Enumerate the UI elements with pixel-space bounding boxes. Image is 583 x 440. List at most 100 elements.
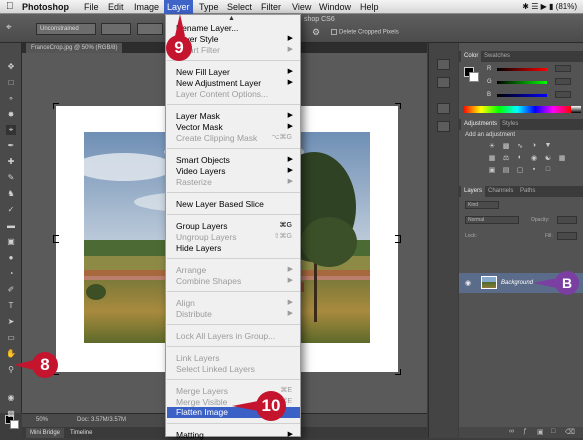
levels-icon[interactable]: ▩ — [501, 142, 511, 150]
tab-adjustments[interactable]: Adjustments — [461, 119, 501, 130]
channel-g-slider[interactable] — [497, 81, 547, 84]
posterize-icon[interactable]: ▤ — [501, 166, 511, 174]
color-spectrum-bw[interactable] — [571, 106, 581, 113]
background-color-swatch[interactable] — [10, 420, 19, 429]
channel-g-value[interactable] — [555, 78, 571, 85]
eraser-tool-icon[interactable]: ▬ — [6, 221, 16, 231]
invert-icon[interactable]: ▣ — [487, 166, 497, 174]
layer-name[interactable]: Background — [501, 280, 533, 286]
channel-mixer-icon[interactable]: ☯ — [543, 154, 553, 162]
menu-item-rename-layer[interactable]: Rename Layer... — [176, 23, 296, 33]
tab-styles[interactable]: Styles — [499, 119, 521, 130]
crop-tool-icon[interactable]: ⌖ — [6, 125, 16, 135]
gear-icon[interactable]: ⚙ — [312, 27, 320, 38]
tab-swatches[interactable]: Swatches — [481, 51, 513, 62]
delete-cropped-checkbox[interactable]: Delete Cropped Pixels — [331, 29, 399, 36]
tab-mini-bridge[interactable]: Mini Bridge — [26, 428, 65, 438]
menu-app-name[interactable]: Photoshop — [22, 1, 69, 13]
menu-item-layer-mask[interactable]: Layer Mask ▶ — [176, 111, 296, 121]
exposure-icon[interactable]: ◑ — [529, 142, 539, 149]
bluetooth-icon[interactable]: ✱ — [522, 2, 529, 11]
healing-tool-icon[interactable]: ✚ — [6, 157, 16, 167]
crop-handle-top-left[interactable] — [53, 103, 59, 109]
scroll-up-arrow-icon[interactable]: ▲ — [228, 15, 235, 22]
menu-item-layer-style[interactable]: Layer Style ▶ — [176, 34, 296, 44]
character-panel-icon[interactable] — [437, 103, 450, 114]
menu-filter[interactable]: Filter — [261, 1, 281, 13]
quick-select-tool-icon[interactable]: ✸ — [6, 110, 16, 120]
shape-tool-icon[interactable]: ▭ — [6, 333, 16, 343]
black-white-icon[interactable]: ◐ — [515, 154, 525, 161]
history-panel-icon[interactable] — [437, 59, 450, 70]
battery-icon[interactable]: ▮ — [549, 2, 553, 11]
menu-view[interactable]: View — [292, 1, 311, 13]
menu-help[interactable]: Help — [360, 1, 379, 13]
vibrance-icon[interactable]: ▼ — [543, 142, 553, 149]
zoom-level[interactable]: 50% — [36, 417, 48, 423]
menu-item-new-layer-based-slice[interactable]: New Layer Based Slice — [176, 199, 296, 209]
channel-r-slider[interactable] — [497, 68, 547, 71]
marquee-tool-icon[interactable]: □ — [6, 78, 16, 88]
type-tool-icon[interactable]: T — [6, 301, 16, 311]
channel-b-value[interactable] — [555, 91, 571, 98]
menu-item-matting[interactable]: Matting ▶ — [176, 430, 296, 440]
tab-timeline[interactable]: Timeline — [66, 428, 96, 438]
path-select-tool-icon[interactable]: ➤ — [6, 317, 16, 327]
apple-icon[interactable]:  — [6, 1, 14, 13]
quick-mask-icon[interactable]: ◉ — [6, 393, 16, 403]
menu-item-new-fill-layer[interactable]: New Fill Layer ▶ — [176, 67, 296, 77]
new-layer-icon[interactable]: □ — [551, 428, 555, 435]
menu-item-new-adjustment-layer[interactable]: New Adjustment Layer ▶ — [176, 78, 296, 88]
tab-color[interactable]: Color — [461, 51, 482, 62]
selective-color-icon[interactable]: □ — [543, 166, 553, 173]
visibility-eye-icon[interactable]: ◉ — [465, 279, 471, 287]
gradient-tool-icon[interactable]: ▣ — [6, 237, 16, 247]
fx-icon[interactable]: ƒ — [523, 428, 527, 435]
screen-mode-icon[interactable]: ▩ — [6, 409, 16, 419]
menu-item-hide-layers[interactable]: Hide Layers — [176, 243, 296, 253]
blur-tool-icon[interactable]: ● — [6, 253, 16, 263]
gradient-map-icon[interactable]: ▪ — [529, 166, 539, 173]
menu-type[interactable]: Type — [199, 1, 219, 13]
curves-icon[interactable]: ∿ — [515, 142, 525, 150]
hue-sat-icon[interactable]: ▦ — [487, 154, 497, 162]
crop-handle-top-right[interactable] — [395, 103, 401, 109]
history-brush-icon[interactable]: ✓ — [6, 205, 16, 215]
color-spectrum[interactable] — [463, 106, 571, 113]
hand-tool-icon[interactable]: ✋ — [6, 349, 16, 359]
paragraph-panel-icon[interactable] — [437, 121, 450, 132]
crop-tool-icon[interactable]: ⌖ — [6, 22, 12, 33]
properties-panel-icon[interactable] — [437, 77, 450, 88]
threshold-icon[interactable]: ▢ — [515, 166, 525, 174]
volume-icon[interactable]: ▶ — [541, 2, 547, 11]
menu-edit[interactable]: Edit — [108, 1, 124, 13]
fill-field[interactable] — [557, 232, 577, 240]
link-layers-icon[interactable]: ∞ — [509, 428, 514, 435]
menu-item-smart-objects[interactable]: Smart Objects ▶ — [176, 155, 296, 165]
color-bg-swatch[interactable] — [469, 72, 479, 82]
menu-image[interactable]: Image — [134, 1, 159, 13]
dodge-tool-icon[interactable]: ◔ — [6, 269, 16, 279]
eyedropper-tool-icon[interactable]: ✒ — [6, 141, 16, 151]
channel-b-slider[interactable] — [497, 94, 547, 97]
trash-icon[interactable]: ⌫ — [565, 428, 575, 436]
crop-handle-right[interactable] — [395, 235, 401, 243]
brush-tool-icon[interactable]: ✎ — [6, 173, 16, 183]
menu-item-video-layers[interactable]: Video Layers ▶ — [176, 166, 296, 176]
crop-handle-bottom-right[interactable] — [395, 369, 401, 375]
add-mask-icon[interactable]: ▣ — [537, 428, 544, 436]
wifi-icon[interactable]: ☰ — [531, 2, 538, 11]
color-lookup-icon[interactable]: ▦ — [557, 154, 567, 162]
crop-height-field[interactable] — [137, 23, 163, 35]
opacity-field[interactable] — [557, 216, 577, 224]
tab-layers[interactable]: Layers — [461, 186, 486, 197]
crop-handle-left[interactable] — [53, 235, 59, 243]
checkbox-icon[interactable] — [331, 29, 337, 35]
move-tool-icon[interactable]: ✥ — [6, 62, 16, 72]
blend-mode-select[interactable]: Normal — [465, 216, 519, 224]
tab-paths[interactable]: Paths — [517, 186, 538, 197]
document-tab[interactable]: FranceCrop.jpg @ 50% (RGB/8) — [26, 43, 123, 53]
lasso-tool-icon[interactable]: ⚬ — [6, 94, 16, 104]
crop-ratio-select[interactable]: Unconstrained — [36, 23, 96, 35]
stamp-tool-icon[interactable]: ♞ — [6, 189, 16, 199]
